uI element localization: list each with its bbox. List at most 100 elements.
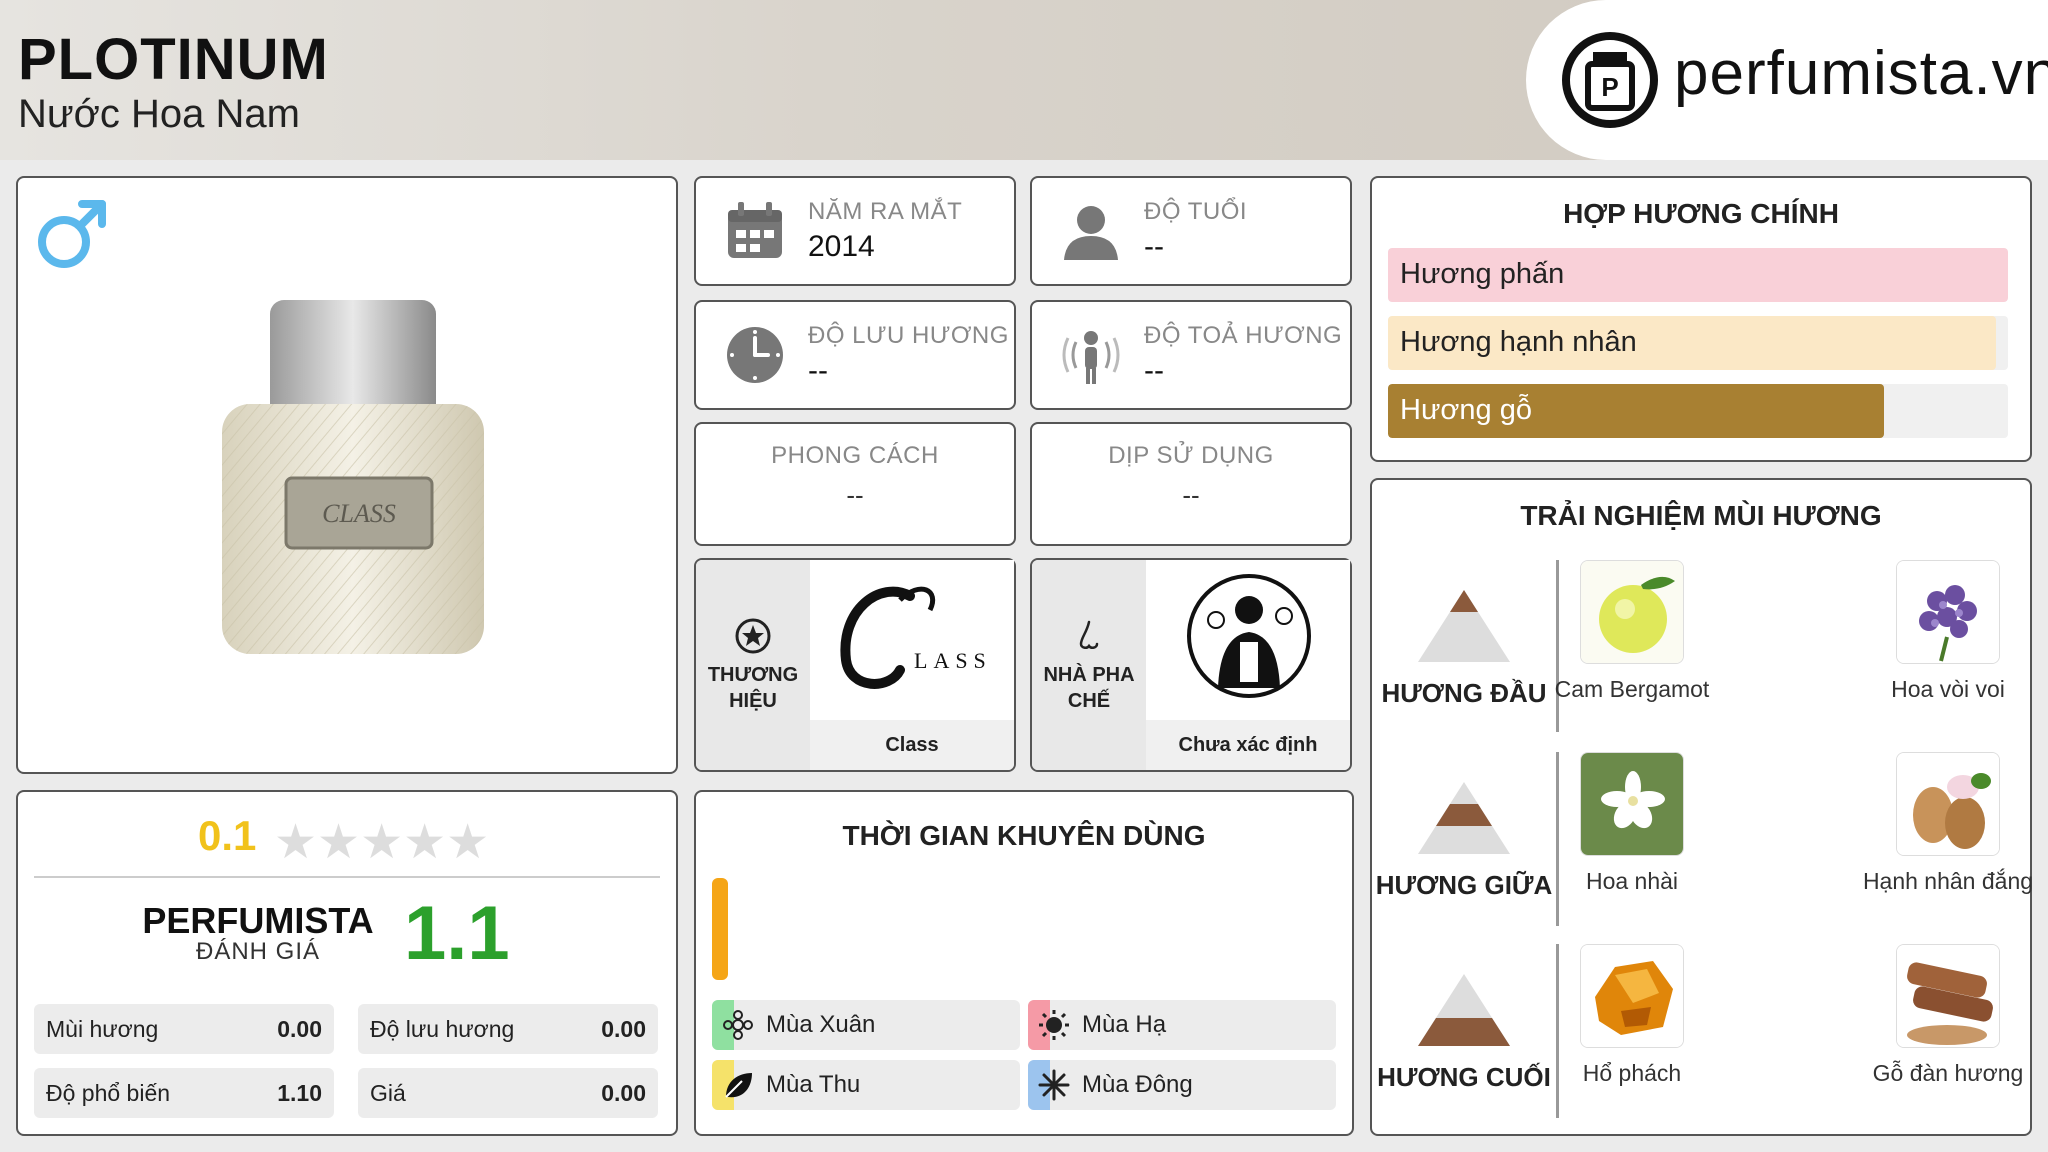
header: PLOTINUM Nước Hoa Nam P perfumista.vn — [0, 0, 2048, 160]
metric-value: 0.00 — [277, 1016, 322, 1042]
recommended-time-panel: THỜI GIAN KHUYÊN DÙNG Mùa Xuân Mùa Hạ Mù… — [694, 790, 1354, 1136]
season-summer: Mùa Hạ — [1028, 1000, 1336, 1050]
accord-label: Hương hạnh nhân — [1400, 326, 1637, 358]
perfume-title: PLOTINUM — [18, 27, 329, 92]
perfumer-name: Chưa xác định — [1146, 720, 1350, 770]
perfumer-avatar-icon — [1187, 574, 1311, 698]
perfume-bottle-logo-icon: P — [1562, 32, 1658, 128]
info-value: -- — [1144, 230, 1164, 263]
metric-popularity: Độ phổ biến 1.10 — [34, 1068, 334, 1118]
male-symbol-icon — [38, 200, 106, 268]
occasion-card: DỊP SỬ DỤNG -- — [1030, 422, 1352, 546]
heliotrope-icon — [1897, 561, 1999, 663]
tier-label: HƯƠNG CUỐI — [1377, 1062, 1551, 1092]
bottle-label: CLASS — [322, 499, 396, 528]
brand-logo-text: LASS — [914, 648, 992, 673]
star-icon: ★ — [317, 816, 361, 869]
tier-label: HƯƠNG GIỮA — [1375, 870, 1553, 900]
perfumer-image — [1146, 560, 1350, 718]
season-label: Mùa Xuân — [766, 1011, 876, 1038]
site-logo[interactable]: P perfumista.vn — [1526, 0, 2048, 160]
season-spring: Mùa Xuân — [712, 1000, 1020, 1050]
season-autumn: Mùa Thu — [712, 1060, 1020, 1110]
tier-divider — [1556, 944, 1559, 1118]
info-label: NĂM RA MẮT — [808, 198, 963, 225]
launch-year-card: NĂM RA MẮT 2014 — [694, 176, 1016, 286]
info-value: -- — [1144, 354, 1164, 387]
season-label: Mùa Thu — [766, 1071, 861, 1098]
perfumista-score: 1.1 — [404, 891, 510, 976]
star-rating[interactable]: ★★★★★ — [274, 814, 489, 870]
main-accords-panel: HỢP HƯƠNG CHÍNH Hương phấn Hương hạnh nh… — [1370, 176, 2032, 462]
brand-side: THƯƠNG HIỆU — [696, 560, 810, 770]
sandalwood-icon — [1897, 945, 1999, 1047]
tier-divider — [1556, 752, 1559, 926]
nose-icon — [1079, 620, 1099, 649]
pyramid-middle-icon — [1418, 782, 1510, 854]
longevity-card: ĐỘ LƯU HƯƠNG -- — [694, 300, 1016, 410]
pyramid-base-icon — [1418, 974, 1510, 1046]
perfumer-side: NHÀ PHA CHẾ — [1032, 560, 1146, 770]
svg-text:P: P — [1601, 72, 1618, 102]
sun-icon — [1039, 1010, 1069, 1040]
info-label: PHONG CÁCH — [771, 442, 939, 469]
star-badge-icon — [735, 618, 771, 654]
info-label: ĐỘ TOẢ HƯƠNG — [1144, 322, 1343, 349]
metric-price: Giá 0.00 — [358, 1068, 658, 1118]
note-name: Hoa nhài — [1585, 868, 1679, 894]
perfumista-rating-sub: ĐÁNH GIÁ — [195, 938, 320, 965]
metric-label: Giá — [370, 1080, 406, 1106]
brand-logo-image: LASS — [810, 560, 1014, 718]
note-image — [1896, 944, 2000, 1048]
metric-label: Mùi hương — [46, 1016, 159, 1042]
season-winter: Mùa Đông — [1028, 1060, 1336, 1110]
brand-name: Class — [810, 720, 1014, 770]
scent-notes-panel: TRẢI NGHIỆM MÙI HƯƠNG HƯƠNG ĐẦU Cam Berg… — [1370, 478, 2033, 1136]
clock-icon — [727, 327, 783, 383]
info-value: -- — [1182, 480, 1200, 510]
note-image — [1896, 560, 2000, 664]
perfumer-card[interactable]: NHÀ PHA CHẾ Chưa xác định — [1030, 558, 1352, 772]
snowflake-icon — [1038, 1069, 1070, 1101]
metric-value: 1.10 — [277, 1080, 322, 1106]
note-image — [1580, 944, 1684, 1048]
flower-icon — [723, 1010, 753, 1040]
brand-logo-graphic: LASS — [840, 586, 992, 689]
perfumer-label: NHÀ PHA CHẾ — [1043, 664, 1135, 712]
metric-label: Độ phổ biến — [46, 1080, 171, 1106]
season-label: Mùa Đông — [1082, 1071, 1193, 1098]
product-image-panel: CLASS — [16, 176, 678, 774]
bitter-almond-icon — [1897, 753, 1999, 855]
person-icon — [1064, 206, 1118, 260]
age-card: ĐỘ TUỔI -- — [1030, 176, 1352, 286]
sillage-card: ĐỘ TOẢ HƯƠNG -- — [1030, 300, 1352, 410]
accord-label: Hương phấn — [1400, 258, 1565, 290]
perfumista-rating-brand: PERFUMISTA — [142, 900, 374, 941]
accord-bar: Hương hạnh nhân — [1388, 316, 2008, 370]
pyramid-top-icon — [1418, 590, 1510, 662]
metric-value: 0.00 — [601, 1016, 646, 1042]
note-name: Cam Bergamot — [1554, 676, 1710, 702]
user-rating-score: 0.1 — [198, 812, 257, 859]
note-name: Hổ phách — [1582, 1060, 1682, 1086]
jasmine-icon — [1581, 753, 1683, 855]
note-name: Gỗ đàn hương — [1872, 1060, 2024, 1086]
perfume-subtitle: Nước Hoa Nam — [18, 92, 300, 136]
info-label: ĐỘ TUỔI — [1144, 198, 1248, 225]
info-label: DỊP SỬ DỤNG — [1108, 442, 1274, 469]
star-icon: ★ — [403, 816, 447, 869]
info-value: -- — [808, 354, 828, 387]
metric-label: Độ lưu hương — [370, 1016, 515, 1042]
info-label: ĐỘ LƯU HƯƠNG — [808, 322, 1009, 349]
note-name: Hạnh nhân đắng — [1862, 868, 2034, 894]
metric-scent: Mùi hương 0.00 — [34, 1004, 334, 1054]
radiating-person-icon — [1062, 331, 1120, 384]
section-title: THỜI GIAN KHUYÊN DÙNG — [842, 820, 1206, 851]
divider — [34, 876, 660, 878]
star-icon: ★ — [274, 816, 318, 869]
note-image — [1896, 752, 2000, 856]
tier-divider — [1556, 560, 1559, 732]
metric-longevity: Độ lưu hương 0.00 — [358, 1004, 658, 1054]
brand-card[interactable]: THƯƠNG HIỆU LASS Class — [694, 558, 1016, 772]
perfume-bottle-image: CLASS — [222, 300, 484, 654]
